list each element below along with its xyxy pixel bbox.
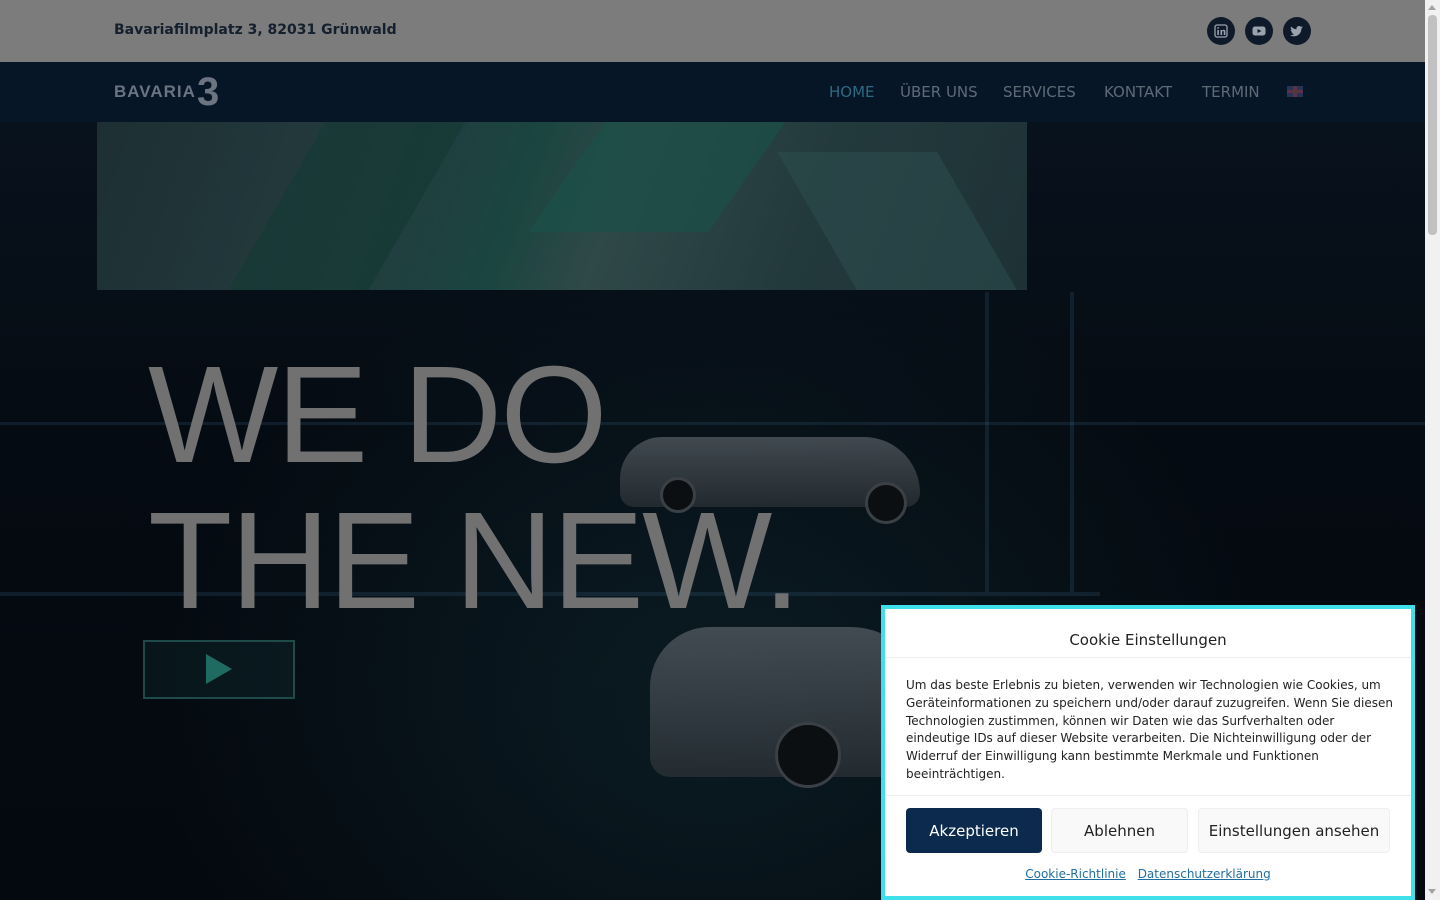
stage-pillar	[1070, 292, 1074, 592]
cookie-title: Cookie Einstellungen	[1069, 631, 1227, 649]
car-wheel	[775, 722, 841, 788]
view-settings-button[interactable]: Einstellungen ansehen	[1198, 808, 1390, 853]
car-wheel	[865, 482, 907, 524]
cookie-policy-link[interactable]: Cookie-Richtlinie	[1025, 867, 1126, 881]
play-video-button[interactable]	[143, 640, 295, 699]
nav-item-ueber-uns[interactable]: ÜBER UNS	[900, 83, 978, 101]
nav-item-home[interactable]: HOME	[829, 83, 875, 101]
divider	[885, 657, 1411, 658]
address-text: Bavariafilmplatz 3, 82031 Grünwald	[114, 22, 397, 38]
uk-flag-icon[interactable]	[1287, 86, 1303, 97]
stage-pillar	[985, 292, 989, 592]
cookie-consent-dialog: Cookie Einstellungen Um das beste Erlebn…	[881, 605, 1415, 900]
scrollbar-thumb[interactable]	[1428, 15, 1437, 235]
youtube-icon[interactable]	[1245, 17, 1273, 45]
linkedin-icon[interactable]	[1207, 17, 1235, 45]
page-scrollbar[interactable]	[1425, 0, 1440, 900]
accept-button[interactable]: Akzeptieren	[906, 808, 1042, 853]
nav-item-termin[interactable]: TERMIN	[1202, 83, 1260, 101]
scroll-down-icon[interactable]	[1428, 889, 1436, 894]
play-icon	[206, 654, 232, 684]
logo-number: 3	[196, 70, 220, 114]
top-bar: Bavariafilmplatz 3, 82031 Grünwald	[0, 0, 1425, 62]
divider	[885, 795, 1411, 796]
cookie-links: Cookie-Richtlinie Datenschutzerklärung	[885, 867, 1411, 881]
headline-line-2: THE NEW.	[148, 484, 801, 638]
scroll-up-icon[interactable]	[1428, 5, 1436, 10]
nav-item-services[interactable]: SERVICES	[1003, 83, 1076, 101]
logo-word: BAVARIA	[114, 82, 196, 101]
main-nav: BAVARIA 3 HOME ÜBER UNS SERVICES KONTAKT…	[0, 62, 1425, 126]
bavaria3-logo[interactable]: BAVARIA 3	[114, 70, 220, 114]
cookie-text: Um das beste Erlebnis zu bieten, verwend…	[906, 678, 1393, 781]
led-screen-image	[97, 122, 1027, 290]
headline-line-1: WE DO	[148, 338, 608, 492]
hero-headline: WE DO THE NEW.	[148, 338, 801, 638]
privacy-policy-link[interactable]: Datenschutzerklärung	[1138, 867, 1271, 881]
nav-item-kontakt[interactable]: KONTAKT	[1104, 83, 1172, 101]
deny-button[interactable]: Ablehnen	[1051, 808, 1188, 853]
twitter-icon[interactable]	[1283, 17, 1311, 45]
